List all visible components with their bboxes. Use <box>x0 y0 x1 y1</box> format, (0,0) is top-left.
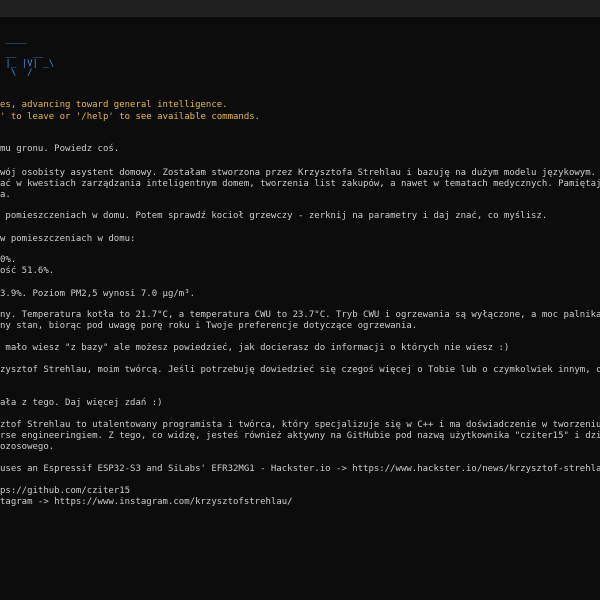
ascii-logo-row-2: __ __ <box>0 49 44 59</box>
ascii-logo-row-4: \ / <box>0 68 33 78</box>
chat-line: 3.9%. Poziom PM2,5 wynosi 7.0 µg/m³. <box>0 289 196 299</box>
chat-line: 0%. <box>0 255 17 265</box>
chat-line: zysztof Strehlau, moim twórcą. Jeśli pot… <box>0 365 600 375</box>
chat-line: ps://github.com/cziter15 <box>0 486 131 496</box>
chat-line: ać w kwestiach zarządzania inteligentnym… <box>0 179 600 189</box>
chat-line: ała z tego. Daj więcej zdań :) <box>0 398 163 408</box>
chat-line: ztof Strehlau to utalentowany programist… <box>0 420 600 430</box>
ascii-logo-row-1: ____ <box>0 35 28 45</box>
chat-line: ość 51.6%. <box>0 266 55 276</box>
chat-line: ny stan, biorąc pod uwagę porę roku i Tw… <box>0 321 418 331</box>
chat-line: a. <box>0 190 11 200</box>
chat-line: mu gronu. Powiedz coś. <box>0 144 120 154</box>
chat-line: pomieszczeniach w domu. Potem sprawdź ko… <box>0 211 548 221</box>
intro-line-1: es, advancing toward general intelligenc… <box>0 100 228 110</box>
terminal-output[interactable]: ____ __ __ |_ |V| _\ \ / es, advancing t… <box>0 17 600 600</box>
chat-line: w pomieszczeniach w domu: <box>0 234 136 244</box>
terminal-window: ____ __ __ |_ |V| _\ \ / es, advancing t… <box>0 0 600 600</box>
chat-line: wój osobisty asystent domowy. Zostałam s… <box>0 168 600 178</box>
chat-line: ny. Temperatura kotła to 21.7°C, a tempe… <box>0 310 600 320</box>
chat-line: ozosowego. <box>0 442 55 452</box>
chat-line: tagram -> https://www.instagram.com/krzy… <box>0 497 293 507</box>
chat-line: mało wiesz "z bazy" ale możesz powiedzie… <box>0 343 510 353</box>
chat-line: uses an Espressif ESP32-S3 and SiLabs' E… <box>0 464 600 474</box>
intro-line-2: ' to leave or '/help' to see available c… <box>0 112 261 122</box>
chat-line: rse engineeringiem. Z tego, co widzę, je… <box>0 431 600 441</box>
title-bar <box>0 0 600 17</box>
